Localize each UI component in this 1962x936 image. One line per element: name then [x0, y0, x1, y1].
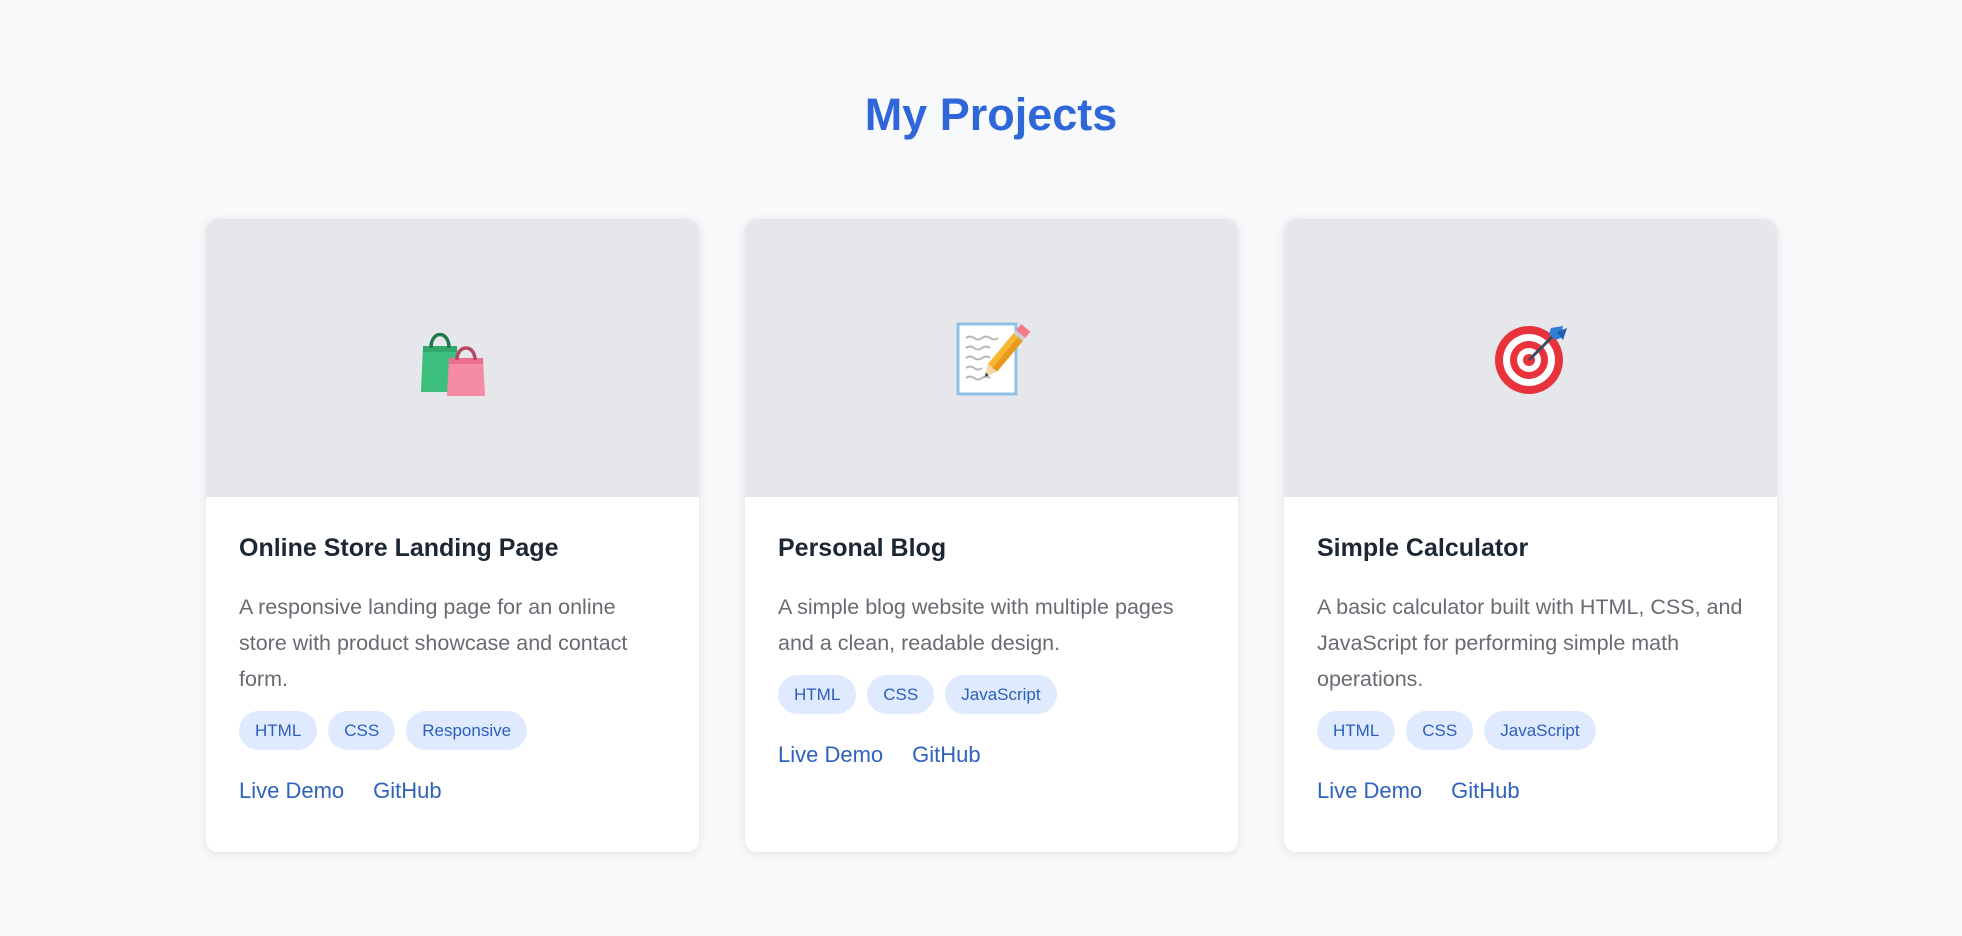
project-tags: HTML CSS JavaScript — [778, 675, 1205, 714]
project-description: A responsive landing page for an online … — [239, 595, 628, 691]
project-tags: HTML CSS Responsive — [239, 711, 666, 750]
project-card-image — [206, 219, 699, 497]
project-card-online-store: Online Store Landing Page A responsive l… — [206, 219, 699, 852]
project-card-body: Online Store Landing Page A responsive l… — [206, 497, 699, 804]
tag-css: CSS — [1406, 711, 1474, 750]
github-link[interactable]: GitHub — [373, 778, 441, 804]
project-card-body: Personal Blog A simple blog website with… — [745, 497, 1238, 768]
tag-javascript: JavaScript — [945, 675, 1057, 714]
project-tags: HTML CSS JavaScript — [1317, 711, 1744, 750]
project-title: Simple Calculator — [1317, 534, 1529, 562]
project-card-body: Simple Calculator A basic calculator bui… — [1284, 497, 1777, 804]
tag-responsive: Responsive — [406, 711, 528, 750]
project-title: Personal Blog — [778, 534, 947, 562]
live-demo-link[interactable]: Live Demo — [778, 742, 883, 768]
project-links: Live Demo GitHub — [778, 742, 1205, 768]
tag-html: HTML — [1317, 711, 1396, 750]
project-description: A simple blog website with multiple page… — [778, 595, 1174, 655]
projects-page: My Projects Online Store Landing Page A … — [0, 0, 1962, 936]
project-title: Online Store Landing Page — [239, 534, 559, 562]
project-card-image — [1284, 219, 1777, 497]
project-links: Live Demo GitHub — [1317, 778, 1744, 804]
project-card-image — [745, 219, 1238, 497]
tag-css: CSS — [328, 711, 396, 750]
memo-icon — [952, 318, 1032, 398]
tag-css: CSS — [867, 675, 935, 714]
project-card-personal-blog: Personal Blog A simple blog website with… — [745, 219, 1238, 852]
project-cards: Online Store Landing Page A responsive l… — [206, 219, 1778, 852]
github-link[interactable]: GitHub — [912, 742, 980, 768]
target-icon — [1491, 318, 1571, 398]
tag-html: HTML — [239, 711, 318, 750]
tag-javascript: JavaScript — [1484, 711, 1596, 750]
project-description: A basic calculator built with HTML, CSS,… — [1317, 595, 1743, 691]
live-demo-link[interactable]: Live Demo — [1317, 778, 1422, 804]
tag-html: HTML — [778, 675, 857, 714]
github-link[interactable]: GitHub — [1451, 778, 1519, 804]
live-demo-link[interactable]: Live Demo — [239, 778, 344, 804]
project-card-simple-calculator: Simple Calculator A basic calculator bui… — [1284, 219, 1777, 852]
shopping-bags-icon — [413, 318, 493, 398]
project-links: Live Demo GitHub — [239, 778, 666, 804]
page-title: My Projects — [864, 89, 1118, 140]
